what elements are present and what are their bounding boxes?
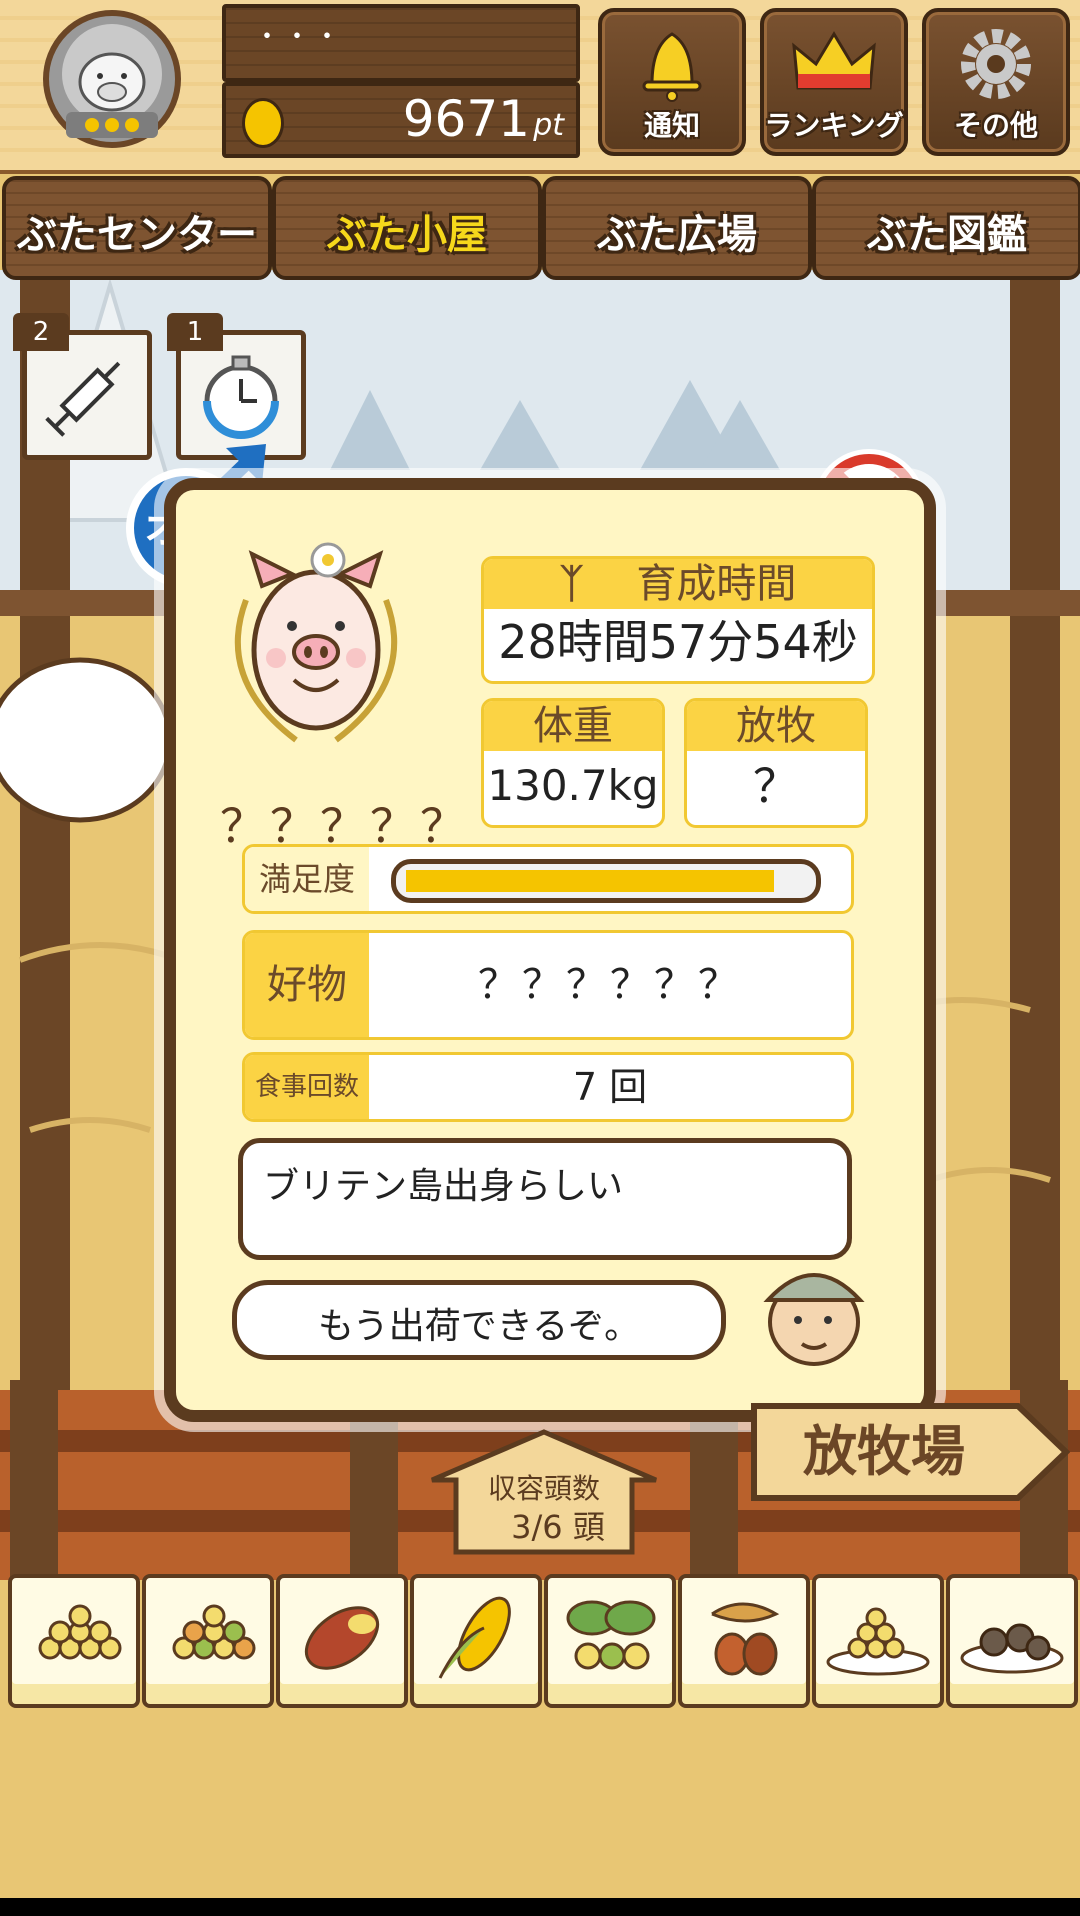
player-name: ・・・ (254, 22, 345, 52)
bell-icon (642, 32, 702, 102)
grazing-box: 放牧 ？ (684, 698, 868, 828)
origin-speech-bubble: ブリテン島出身らしい (238, 1138, 852, 1260)
meal-count-row: 食事回数 7 回 (242, 1052, 854, 1122)
pasture-sign-label: 放牧場 (803, 1420, 965, 1483)
pig-status-card: ？？？？？ ᛉ 育成時間 28時間57分54秒 体重 130.7kg 放牧 ？ … (164, 478, 936, 1422)
favorite-row: 好物 ？？？？？？ (242, 930, 854, 1040)
coin-icon (242, 98, 284, 148)
ranking-button[interactable]: ランキング (760, 8, 908, 156)
player-avatar-icon[interactable] (30, 4, 195, 154)
tab-pig-plaza[interactable]: ぶた広場 (542, 176, 812, 280)
food-slot[interactable] (946, 1574, 1078, 1708)
sprout-icon: ᛉ (559, 561, 584, 607)
tab-pig-encyclopedia-label: ぶた図鑑 (867, 212, 1027, 258)
capacity-label: 収容頭数 (488, 1472, 600, 1505)
favorite-value: ？？？？？？ (478, 962, 742, 1008)
weight-box: 体重 130.7kg (481, 698, 665, 828)
farmer-speech-bubble: もう出荷できるぞ。 (232, 1280, 726, 1360)
satisfaction-bar (391, 859, 821, 903)
food-slot[interactable] (8, 1574, 140, 1708)
tab-pig-encyclopedia[interactable]: ぶた図鑑 (812, 176, 1080, 280)
capacity-sign: 収容頭数 3/6 頭 (431, 1429, 657, 1555)
grazing-value: ？ (753, 759, 799, 813)
farmer-icon (763, 1273, 865, 1366)
stopwatch-icon (203, 355, 279, 439)
satisfaction-label: 満足度 (245, 847, 369, 911)
tab-bar: ぶたセンター ぶた小屋 ぶた広場 ぶた図鑑 (0, 176, 1080, 280)
meal-count-value: 7 回 (572, 1065, 648, 1109)
syringe-icon (45, 361, 121, 437)
system-nav-bar (0, 1898, 1080, 1916)
tab-pig-center-label: ぶたセンター (17, 212, 257, 258)
grain-plate-icon (826, 1607, 930, 1676)
favorite-label: 好物 (245, 933, 369, 1037)
corn-icon (438, 1596, 511, 1679)
growth-time-label: 育成時間 (636, 561, 797, 607)
growth-time-value: 28時間57分54秒 (498, 615, 858, 669)
item-count: 1 (167, 313, 223, 351)
satisfaction-row: 満足度 (242, 844, 854, 914)
vegetables-icon (566, 1600, 656, 1670)
food-slot[interactable] (544, 1574, 676, 1708)
notification-label: 通知 (643, 109, 700, 142)
tab-pig-center[interactable]: ぶたセンター (2, 176, 272, 280)
farmer-text: もう出荷できるぞ。 (317, 1306, 641, 1347)
food-slot[interactable] (812, 1574, 944, 1708)
food-slot[interactable] (142, 1574, 274, 1708)
points-box: 9671 pt (222, 82, 580, 158)
grazing-label: 放牧 (687, 701, 865, 751)
points-value: 9671 (402, 90, 530, 148)
gear-icon (961, 29, 1031, 99)
other-menu-button[interactable]: その他 (922, 8, 1070, 156)
tab-pig-house-label: ぶた小屋 (327, 212, 487, 258)
sweet-potato-icon (304, 1606, 380, 1670)
acorn-icon (711, 1602, 780, 1676)
feed-pellets-icon (38, 1604, 122, 1660)
top-bar: ・・・ 9671 pt 通知 ランキング その他 (0, 0, 1080, 174)
pig-portrait (234, 542, 398, 743)
pasture-sign[interactable]: 放牧場 (748, 1400, 1070, 1504)
food-slot[interactable] (276, 1574, 408, 1708)
crown-icon (792, 31, 876, 90)
food-slot[interactable] (678, 1574, 810, 1708)
notification-button[interactable]: 通知 (598, 8, 746, 156)
satisfaction-bar-fill (406, 870, 774, 892)
growth-time-header: ᛉ 育成時間 (484, 559, 872, 609)
tab-pig-house[interactable]: ぶた小屋 (272, 176, 542, 280)
tab-pig-plaza-label: ぶた広場 (597, 212, 757, 258)
meal-count-label: 食事回数 (245, 1055, 369, 1119)
other-menu-label: その他 (953, 109, 1038, 142)
weight-value: 130.7kg (487, 761, 659, 810)
points-unit: pt (533, 108, 564, 143)
food-bar (0, 1574, 1080, 1712)
item-count: 2 (13, 313, 69, 351)
origin-text: ブリテン島出身らしい (263, 1166, 624, 1207)
meatball-plate-icon (960, 1623, 1064, 1674)
mixed-pellets-icon (172, 1604, 256, 1660)
ranking-label: ランキング (764, 109, 904, 142)
food-slot[interactable] (410, 1574, 542, 1708)
capacity-value: 3/6 頭 (511, 1508, 605, 1546)
player-name-box: ・・・ (222, 4, 580, 82)
growth-time-box: ᛉ 育成時間 28時間57分54秒 (481, 556, 875, 684)
weight-label: 体重 (484, 701, 662, 751)
